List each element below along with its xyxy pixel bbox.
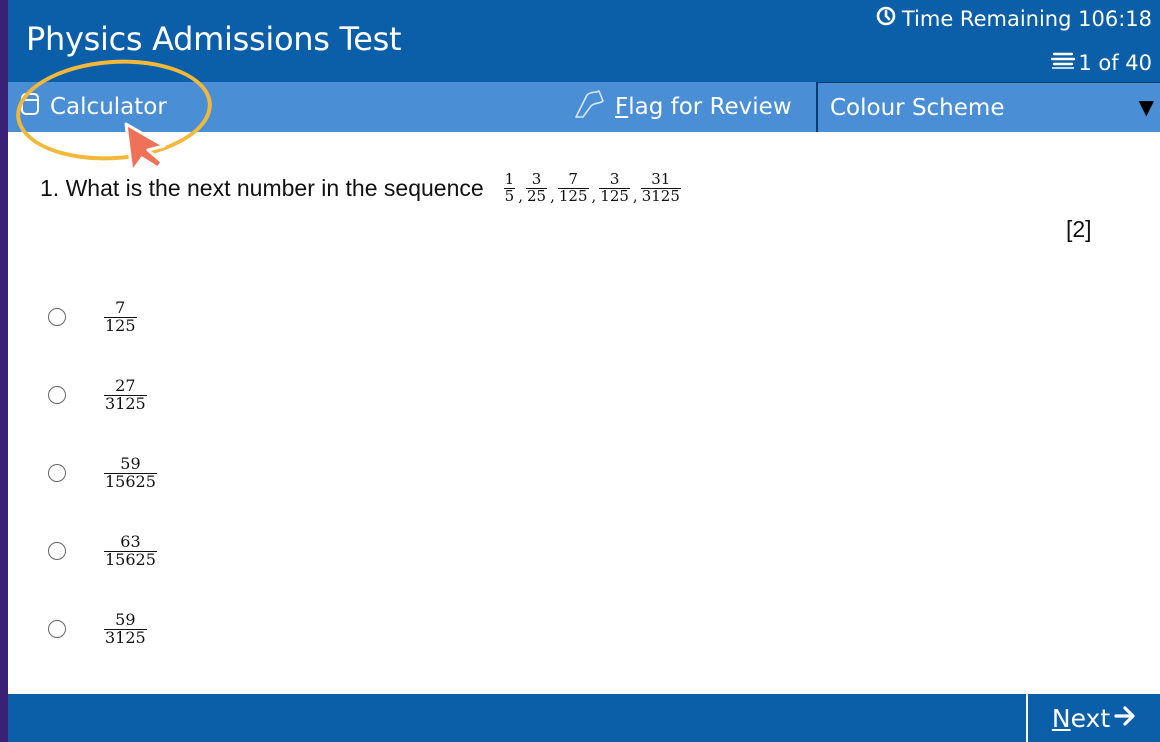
question-list-icon (1050, 50, 1076, 75)
denominator: 125 (104, 315, 137, 335)
denominator: 15625 (104, 471, 157, 491)
sequence: 15, 3 25, 7 125, 3 125, 31 3125 (503, 170, 681, 205)
timer-label: Time Remaining 106:18 (901, 6, 1152, 31)
numerator: 3 (531, 170, 542, 188)
question-prompt: 1. What is the next number in the sequen… (40, 170, 681, 205)
numerator: 59 (115, 609, 136, 629)
radio-button[interactable] (48, 386, 66, 404)
numerator: 3 (609, 170, 620, 188)
next-label-rest: ext (1070, 703, 1111, 733)
numerator: 7 (568, 170, 578, 188)
flag-label: Flag for Review (615, 94, 792, 120)
timer: Time Remaining 106:18 (876, 6, 1152, 31)
question-text: 1. What is the next number in the sequen… (40, 174, 484, 201)
clock-icon (876, 6, 896, 31)
next-label: Next (1052, 704, 1110, 733)
radio-button[interactable] (48, 620, 66, 638)
denominator: 3125 (640, 186, 681, 205)
flag-icon (573, 89, 607, 125)
denominator: 5 (503, 186, 516, 205)
sequence-term: 7 125 (557, 170, 589, 205)
denominator: 15625 (104, 549, 157, 569)
comma: , (518, 186, 523, 205)
next-accelerator: N (1051, 703, 1071, 733)
footer-bar (8, 694, 1160, 742)
answer-option[interactable]: 63 15625 (48, 512, 157, 590)
arrow-right-icon (1114, 704, 1136, 733)
sequence-term: 3 25 (525, 170, 548, 205)
sequence-term: 3 125 (599, 170, 630, 205)
question-counter[interactable]: 1 of 40 (1050, 50, 1152, 75)
test-window: Physics Admissions Test Time Remaining 1… (8, 0, 1160, 742)
sequence-term: 15 (503, 170, 516, 205)
colour-scheme-select[interactable]: Colour Scheme ▼ (816, 82, 1160, 132)
numerator: 1 (504, 170, 515, 188)
comma: , (632, 186, 638, 205)
next-button[interactable]: Next (1026, 694, 1160, 742)
answer-option[interactable]: 27 3125 (48, 356, 157, 434)
numerator: 59 (120, 453, 141, 473)
flag-for-review-button[interactable]: Flag for Review (573, 90, 792, 124)
question-marks: [2] (1066, 216, 1092, 242)
denominator: 3125 (104, 393, 147, 413)
option-value: 59 3125 (104, 609, 147, 647)
question-counter-label: 1 of 40 (1078, 50, 1152, 75)
radio-button[interactable] (48, 542, 66, 560)
option-value: 27 3125 (104, 375, 147, 413)
option-value: 59 15625 (104, 453, 157, 491)
option-value: 7 125 (104, 297, 137, 335)
numerator: 7 (115, 297, 126, 317)
flag-label-rest: lag for Review (628, 94, 792, 120)
flag-accelerator: F (615, 94, 629, 120)
numerator: 31 (651, 170, 671, 188)
denominator: 125 (557, 186, 589, 205)
radio-button[interactable] (48, 464, 66, 482)
sequence-term: 31 3125 (640, 170, 681, 205)
answer-options: 7 125 27 3125 59 15625 63 15625 59 3125 (48, 278, 157, 668)
answer-option[interactable]: 59 3125 (48, 590, 157, 668)
comma: , (591, 186, 597, 205)
answer-option[interactable]: 59 15625 (48, 434, 157, 512)
denominator: 3125 (104, 627, 147, 647)
numerator: 27 (115, 375, 136, 395)
app-title: Physics Admissions Test (26, 20, 402, 58)
denominator: 25 (525, 186, 548, 205)
comma: , (550, 186, 555, 205)
option-value: 63 15625 (104, 531, 157, 569)
caret-down-icon: ▼ (1138, 95, 1154, 119)
denominator: 125 (599, 186, 630, 205)
numerator: 63 (120, 531, 141, 551)
radio-button[interactable] (48, 308, 66, 326)
answer-option[interactable]: 7 125 (48, 278, 157, 356)
colour-scheme-label: Colour Scheme (830, 94, 1005, 121)
